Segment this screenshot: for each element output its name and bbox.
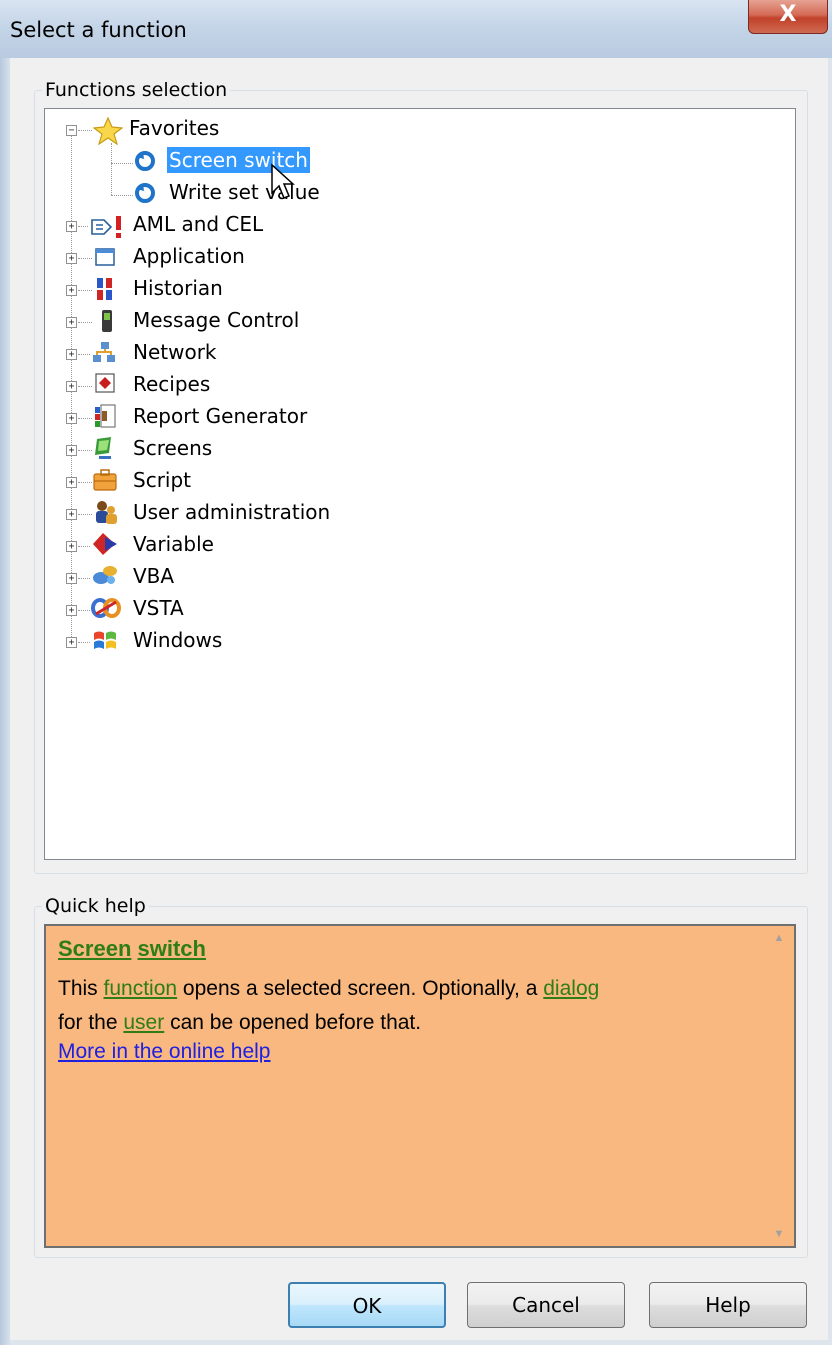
tree-connector [78,354,90,355]
network-icon [93,342,115,362]
tree-item-application[interactable]: Application [131,243,247,269]
tree-connector [111,195,133,196]
tree-item-aml-and-cel[interactable]: AML and CEL [131,211,265,237]
report-generator-expand-toggle[interactable]: + [66,413,77,424]
tree-connector [78,290,92,291]
help-text-segment: for the [58,1011,124,1034]
historian-icon [97,278,112,300]
functions-selection-label: Functions selection [42,79,231,101]
alarm-icon [91,216,121,238]
help-title-link-screen[interactable]: Screen [58,936,131,961]
tree-connector [78,418,92,419]
aml-and-cel-expand-toggle[interactable]: + [66,221,77,232]
tree-connector [78,578,90,579]
message-control-expand-toggle[interactable]: + [66,317,77,328]
online-help-link[interactable]: More in the online help [58,1040,270,1064]
tree-connector [78,130,92,131]
tree-item-screens[interactable]: Screens [131,435,214,461]
tree-item-write-set-value[interactable]: Write set value [167,179,322,205]
application-expand-toggle[interactable]: + [66,253,77,264]
vsta-icon [91,598,121,618]
scroll-up-icon[interactable]: ▲ [764,932,794,944]
tree-item-script[interactable]: Script [131,467,193,493]
tree-item-vba[interactable]: VBA [131,563,176,589]
network-expand-toggle[interactable]: + [66,349,77,360]
tree-item-network[interactable]: Network [131,339,219,365]
vba-expand-toggle[interactable]: + [66,573,77,584]
tree-connector [78,546,90,547]
tree-connector [78,450,92,451]
scroll-down-icon[interactable]: ▼ [764,1228,794,1240]
screen-icon [95,437,111,459]
help-title: Screen switch [58,936,206,962]
help-text-segment: can be opened before that. [164,1011,422,1034]
tree-item-report-generator[interactable]: Report Generator [131,403,309,429]
title-bar[interactable]: Select a function X [0,0,832,58]
tree-item-historian[interactable]: Historian [131,275,225,301]
tree-connector [78,642,90,643]
users-icon [96,501,117,524]
help-button[interactable]: Help [649,1282,807,1328]
tree-connector [78,610,90,611]
help-scrollbar[interactable]: ▲ ▼ [764,926,794,1246]
tree-connector [78,258,92,259]
tree-item-variable[interactable]: Variable [131,531,216,557]
help-title-link-switch[interactable]: switch [138,936,206,961]
recipe-icon [95,373,115,393]
quick-help-label: Quick help [42,895,149,917]
dialog-title: Select a function [10,18,187,42]
help-text-segment: This [58,977,104,1000]
variable-icon [93,533,117,555]
cancel-button[interactable]: Cancel [467,1282,625,1328]
tree-favorites-child-line [111,143,112,195]
windows-logo-icon [94,631,116,649]
report-icon [95,404,116,428]
help-text-segment: opens a selected screen. Optionally, a [177,977,544,1000]
term-link-dialog[interactable]: dialog [543,977,599,1000]
term-link-function[interactable]: function [104,977,178,1000]
vsta-expand-toggle[interactable]: + [66,605,77,616]
windows-expand-toggle[interactable]: + [66,637,77,648]
select-function-dialog: Select a function X Functions selection … [0,0,832,1345]
vba-icon [93,566,117,584]
term-link-user[interactable]: user [123,1011,164,1034]
user-administration-expand-toggle[interactable]: + [66,509,77,520]
tree-item-windows[interactable]: Windows [131,627,224,653]
tree-connector [78,322,92,323]
ok-button[interactable]: OK [288,1282,446,1328]
tree-item-message-control[interactable]: Message Control [131,307,301,333]
close-icon: X [779,2,797,27]
functions-tree[interactable]: − Favorites Screen switch Write set valu… [44,108,796,860]
tree-connector [78,482,92,483]
tree-item-user-administration[interactable]: User administration [131,499,332,525]
mouse-pointer-icon [271,163,295,199]
tree-item-vsta[interactable]: VSTA [131,595,186,621]
historian-expand-toggle[interactable]: + [66,285,77,296]
script-expand-toggle[interactable]: + [66,477,77,488]
variable-expand-toggle[interactable]: + [66,541,77,552]
mobile-phone-icon [102,310,112,332]
star-icon [93,117,123,145]
tree-item-favorites[interactable]: Favorites [127,115,221,141]
tree-connector [78,226,88,227]
quick-help-content: Screen switch This function opens a sele… [44,924,796,1248]
tree-connector [78,386,92,387]
window-frame-left [0,58,10,1345]
favorites-collapse-toggle[interactable]: − [66,125,77,136]
tree-connector [78,514,92,515]
help-description: This function opens a selected screen. O… [58,972,758,1040]
function-icon [135,183,155,203]
tree-connector [111,163,133,164]
function-icon [135,151,155,171]
recipes-expand-toggle[interactable]: + [66,381,77,392]
script-icon [93,469,117,491]
application-window-icon [95,248,115,266]
close-button[interactable]: X [748,0,828,34]
tree-item-recipes[interactable]: Recipes [131,371,212,397]
screens-expand-toggle[interactable]: + [66,445,77,456]
